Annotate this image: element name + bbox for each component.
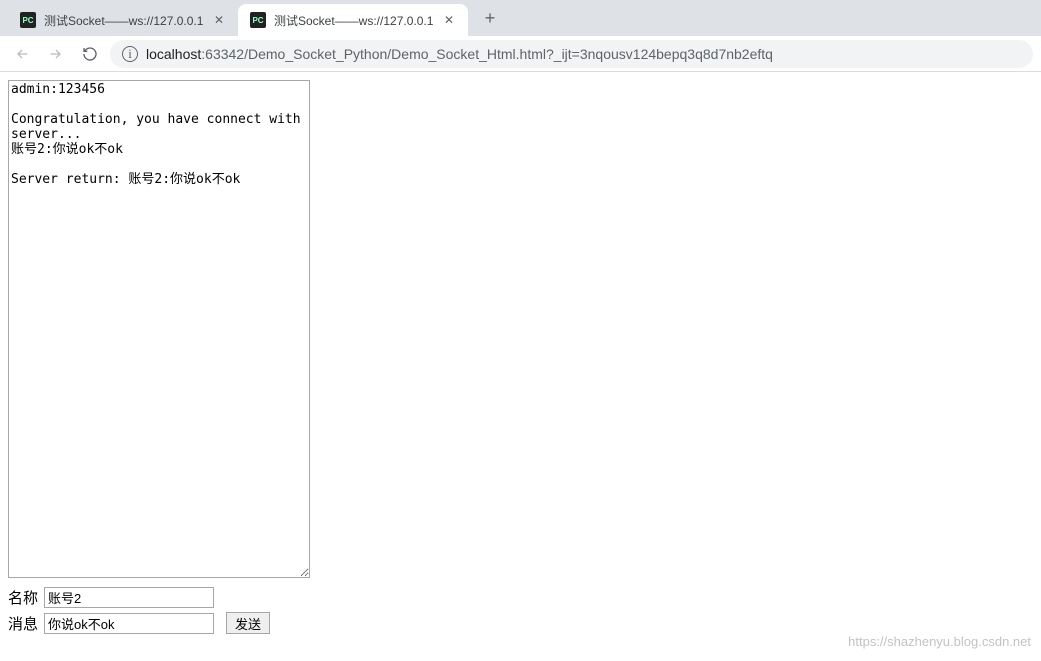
browser-tab-1[interactable]: PC 测试Socket——ws://127.0.0.1:8 ✕ — [238, 4, 468, 36]
page-content: 名称 消息 发送 — [0, 72, 1041, 642]
name-row: 名称 — [8, 587, 1033, 608]
back-button[interactable] — [8, 40, 36, 68]
browser-toolbar: i localhost:63342/Demo_Socket_Python/Dem… — [0, 36, 1041, 72]
tab-favicon-icon: PC — [20, 12, 36, 28]
close-icon[interactable]: ✕ — [212, 13, 226, 27]
tab-favicon-icon: PC — [250, 12, 266, 28]
tab-title: 测试Socket——ws://127.0.0.1:8 — [44, 12, 204, 29]
arrow-right-icon — [48, 46, 64, 62]
message-label: 消息 — [8, 613, 40, 634]
tab-title: 测试Socket——ws://127.0.0.1:8 — [274, 12, 434, 29]
browser-tab-0[interactable]: PC 测试Socket——ws://127.0.0.1:8 ✕ — [8, 4, 238, 36]
message-input[interactable] — [44, 613, 214, 634]
name-label: 名称 — [8, 587, 40, 608]
url-text: localhost:63342/Demo_Socket_Python/Demo_… — [146, 46, 1021, 62]
new-tab-button[interactable]: + — [476, 4, 504, 32]
url-path: /Demo_Socket_Python/Demo_Socket_Html.htm… — [244, 46, 773, 62]
reload-button[interactable] — [76, 40, 104, 68]
tab-strip: PC 测试Socket——ws://127.0.0.1:8 ✕ PC 测试Soc… — [0, 0, 1041, 36]
forward-button[interactable] — [42, 40, 70, 68]
arrow-left-icon — [14, 46, 30, 62]
message-row: 消息 发送 — [8, 612, 1033, 634]
address-bar[interactable]: i localhost:63342/Demo_Socket_Python/Dem… — [110, 40, 1033, 68]
reload-icon — [82, 46, 98, 62]
url-port: :63342 — [201, 46, 244, 62]
log-textarea[interactable] — [8, 80, 310, 578]
send-button[interactable]: 发送 — [226, 612, 270, 634]
name-input[interactable] — [44, 587, 214, 608]
url-host: localhost — [146, 46, 201, 62]
close-icon[interactable]: ✕ — [442, 13, 456, 27]
site-info-icon[interactable]: i — [122, 46, 138, 62]
